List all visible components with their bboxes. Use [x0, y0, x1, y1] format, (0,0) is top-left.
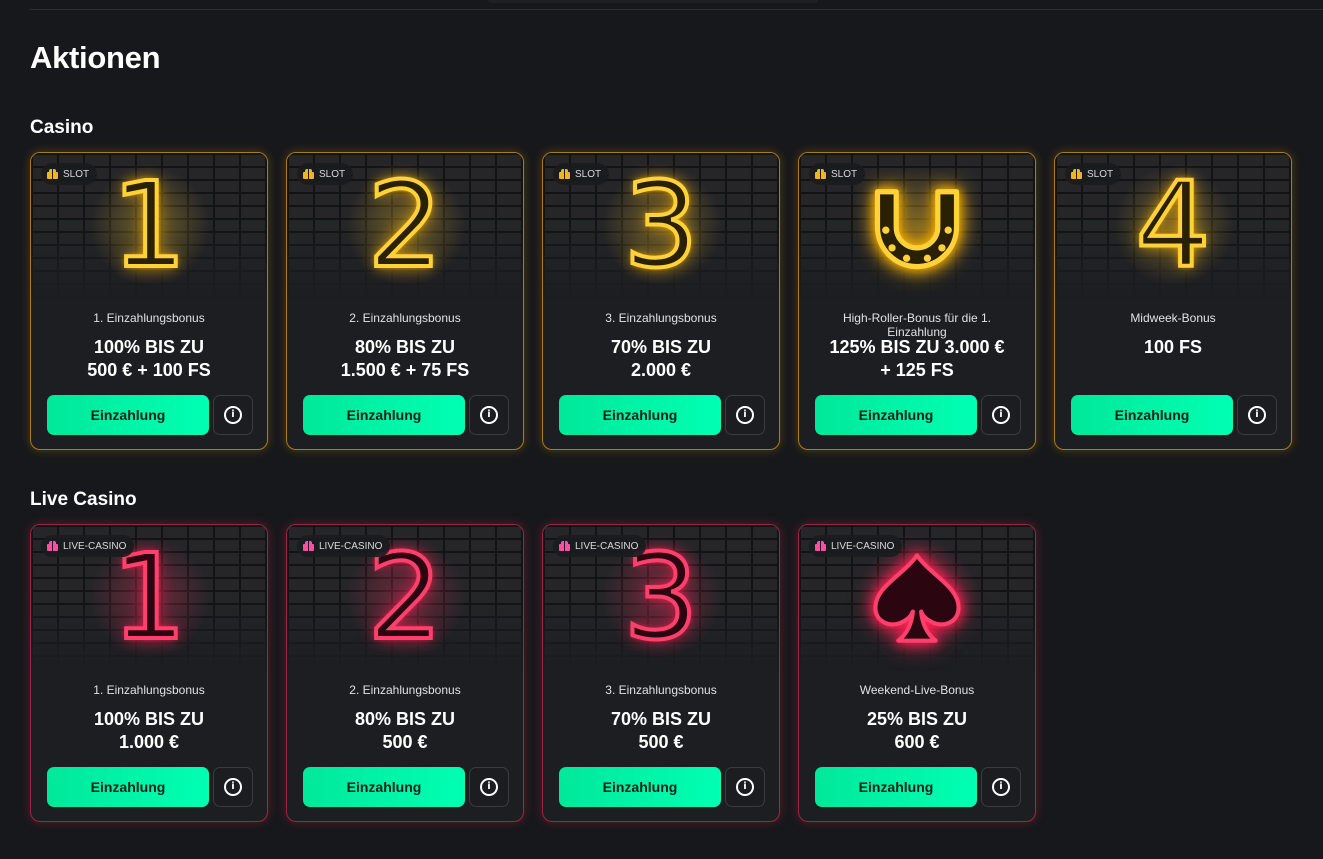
top-divider — [30, 9, 1323, 10]
deposit-button[interactable]: Einzahlung — [47, 767, 209, 807]
bonus-offer: 25% BIS ZU 600 € — [866, 709, 968, 752]
gift-icon — [47, 169, 58, 179]
category-badge-label: SLOT — [575, 168, 602, 180]
category-badge-label: SLOT — [1087, 168, 1114, 180]
neon-number-2-icon: 2 — [335, 159, 475, 291]
category-badge: LIVE-CASINO — [553, 535, 647, 557]
info-button[interactable]: i — [981, 395, 1021, 435]
info-button[interactable]: i — [1237, 395, 1277, 435]
info-icon: i — [224, 406, 242, 424]
deposit-button[interactable]: Einzahlung — [303, 395, 465, 435]
promo-card: SLOT 1 1. Einzahlungsbonus 100% BIS ZU 500 … — [30, 152, 268, 450]
neon-number-4-icon: 4 — [1103, 159, 1243, 291]
deposit-button[interactable]: Einzahlung — [815, 767, 977, 807]
gift-icon — [815, 541, 826, 551]
info-icon: i — [736, 778, 754, 796]
bonus-offer: 100% BIS ZU 1.000 € — [93, 709, 205, 752]
promo-card: LIVE-CASINO 1 1. Einzahlungsbonus 100% BIS … — [30, 524, 268, 822]
gift-icon — [815, 169, 826, 179]
category-badge-label: LIVE-CASINO — [575, 540, 639, 552]
promo-card: SLOT 4 Midweek-Bonus 100 FS Einzahlung i — [1054, 152, 1292, 450]
bonus-offer: 100% BIS ZU 500 € + 100 FS — [87, 337, 211, 380]
casino-promotions-row: SLOT 1 1. Einzahlungsbonus 100% BIS ZU 500 … — [30, 152, 1292, 450]
spade-shape — [873, 553, 961, 643]
section-title-live-casino: Live Casino — [30, 489, 137, 510]
category-badge-label: SLOT — [63, 168, 90, 180]
category-badge: SLOT — [41, 163, 98, 185]
gift-icon — [47, 541, 58, 551]
bonus-name: 3. Einzahlungsbonus — [605, 683, 717, 697]
promo-card: LIVE-CASINO 3 3. Einzahlungsbonus 70% BIS Z… — [542, 524, 780, 822]
category-badge-label: SLOT — [319, 168, 346, 180]
bonus-name: 3. Einzahlungsbonus — [605, 311, 717, 325]
deposit-button[interactable]: Einzahlung — [559, 395, 721, 435]
bonus-offer: 125% BIS ZU 3.000 € + 125 FS — [829, 337, 1005, 380]
bonus-offer: 80% BIS ZU 1.500 € + 75 FS — [340, 337, 470, 380]
info-button[interactable]: i — [213, 395, 253, 435]
gift-icon — [559, 541, 570, 551]
info-icon: i — [480, 778, 498, 796]
category-badge: LIVE-CASINO — [297, 535, 391, 557]
bonus-name: High-Roller-Bonus für die 1. Einzahlung — [842, 311, 992, 339]
bonus-name: 2. Einzahlungsbonus — [349, 311, 461, 325]
gift-icon — [559, 169, 570, 179]
promo-card: LIVE-CASINO Weekend-Live-Bonus 25% BIS ZU … — [798, 524, 1036, 822]
category-badge: SLOT — [809, 163, 866, 185]
deposit-button[interactable]: Einzahlung — [815, 395, 977, 435]
bonus-offer: 70% BIS ZU 2.000 € — [610, 337, 712, 380]
category-badge: SLOT — [553, 163, 610, 185]
promo-card: SLOT 3 3. Einzahlungsbonus 70% BIS ZU 2.000… — [542, 152, 780, 450]
bonus-name: 1. Einzahlungsbonus — [93, 683, 205, 697]
bonus-name: 1. Einzahlungsbonus — [93, 311, 205, 325]
info-icon: i — [224, 778, 242, 796]
info-icon: i — [992, 406, 1010, 424]
neon-number-3-icon: 3 — [591, 159, 731, 291]
top-tab-indicator — [488, 0, 818, 3]
info-icon: i — [992, 778, 1010, 796]
bonus-offer: 70% BIS ZU 500 € — [610, 709, 712, 752]
promo-card: LIVE-CASINO 2 2. Einzahlungsbonus 80% BIS Z… — [286, 524, 524, 822]
bonus-offer: 100 FS — [1143, 337, 1203, 357]
category-badge: LIVE-CASINO — [809, 535, 903, 557]
bonus-name: Weekend-Live-Bonus — [859, 683, 975, 697]
bonus-name: Midweek-Bonus — [1130, 311, 1216, 325]
category-badge-label: LIVE-CASINO — [63, 540, 127, 552]
promo-card: SLOT 2 2. Einzahlungsbonus 80% BIS ZU 1.500… — [286, 152, 524, 450]
horseshoe-shape — [874, 189, 960, 270]
info-button[interactable]: i — [469, 767, 509, 807]
category-badge: LIVE-CASINO — [41, 535, 135, 557]
info-button[interactable]: i — [213, 767, 253, 807]
neon-glyph: 4 — [1133, 156, 1212, 294]
deposit-button[interactable]: Einzahlung — [559, 767, 721, 807]
gift-icon — [303, 541, 314, 551]
info-button[interactable]: i — [981, 767, 1021, 807]
info-icon: i — [1248, 406, 1266, 424]
bonus-offer: 80% BIS ZU 500 € — [354, 709, 456, 752]
live-casino-promotions-row: LIVE-CASINO 1 1. Einzahlungsbonus 100% BIS … — [30, 524, 1036, 822]
neon-number-1-icon: 1 — [79, 159, 219, 291]
gift-icon — [303, 169, 314, 179]
info-button[interactable]: i — [725, 395, 765, 435]
neon-glyph: 2 — [365, 156, 444, 294]
deposit-button[interactable]: Einzahlung — [47, 395, 209, 435]
info-button[interactable]: i — [469, 395, 509, 435]
promo-card: SLOT High-Roller-Bonus für die 1. Einzahl… — [798, 152, 1036, 450]
section-title-casino: Casino — [30, 117, 94, 138]
category-badge: SLOT — [297, 163, 354, 185]
category-badge: SLOT — [1065, 163, 1122, 185]
info-icon: i — [480, 406, 498, 424]
deposit-button[interactable]: Einzahlung — [1071, 395, 1233, 435]
gift-icon — [1071, 169, 1082, 179]
neon-glyph: 3 — [621, 156, 700, 294]
info-button[interactable]: i — [725, 767, 765, 807]
bonus-name: 2. Einzahlungsbonus — [349, 683, 461, 697]
neon-horseshoe-icon — [847, 159, 987, 291]
page-title: Aktionen — [30, 40, 161, 75]
info-icon: i — [736, 406, 754, 424]
category-badge-label: SLOT — [831, 168, 858, 180]
category-badge-label: LIVE-CASINO — [319, 540, 383, 552]
neon-glyph: 1 — [109, 156, 188, 294]
category-badge-label: LIVE-CASINO — [831, 540, 895, 552]
deposit-button[interactable]: Einzahlung — [303, 767, 465, 807]
